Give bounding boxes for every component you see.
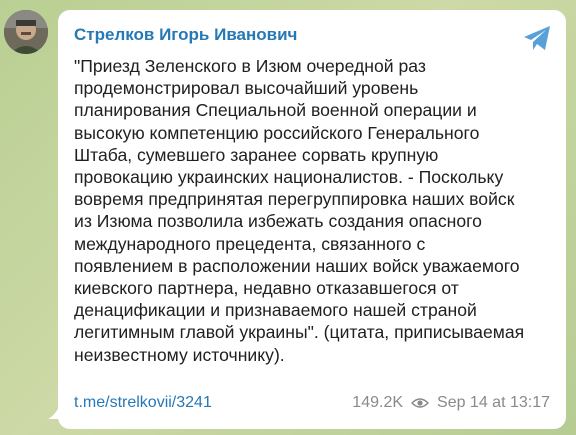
- message-meta: 149.2K Sep 14 at 13:17: [352, 394, 550, 412]
- author-avatar-image: [4, 10, 48, 54]
- message-line: провокацию украинских националистов. - П…: [74, 167, 504, 188]
- share-icon[interactable]: [522, 24, 552, 52]
- message-line: продемонстрировал высочайший уровень: [74, 78, 419, 99]
- message-text: "Приезд Зеленского в Изюм очередной раз …: [74, 55, 552, 366]
- eye-icon: [411, 398, 430, 408]
- bubble-tail: [48, 401, 62, 419]
- message-line: денацификации и признаваемого нашей стра…: [74, 300, 477, 321]
- message-line: высокую компетенцию российского Генераль…: [74, 122, 480, 143]
- post-link[interactable]: t.me/strelkovii/3241: [74, 394, 212, 412]
- message-line: неизвестному источнику).: [74, 344, 285, 365]
- message-line: из Изюма позволила избежать создания опа…: [74, 211, 482, 232]
- message-line: планирования Специальной военной операци…: [74, 100, 477, 121]
- message-line: вовремя предпринятая перегруппировка наш…: [74, 189, 515, 210]
- message-line: Штаба, сумевшего заранее сорвать крупную: [74, 144, 439, 165]
- message-line: киевского партнера, недавно отказавшегос…: [74, 278, 459, 299]
- message-line: "Приезд Зеленского в Изюм очередной раз: [74, 56, 426, 76]
- view-count: 149.2K: [352, 394, 404, 411]
- message-line: легитимным главой украины". (цитата, при…: [74, 322, 525, 343]
- message-line: международного прецедента, связанного с: [74, 233, 426, 254]
- sender-name[interactable]: Стрелков Игорь Иванович: [74, 24, 550, 46]
- message-line: появлением в расположении наших войск ув…: [74, 255, 520, 276]
- author-avatar[interactable]: [4, 10, 48, 54]
- message-bubble: Стрелков Игорь Иванович "Приезд Зеленско…: [58, 10, 566, 429]
- message-timestamp: Sep 14 at 13:17: [437, 394, 550, 411]
- message-footer: t.me/strelkovii/3241 149.2K Sep 14 at 13…: [74, 391, 550, 415]
